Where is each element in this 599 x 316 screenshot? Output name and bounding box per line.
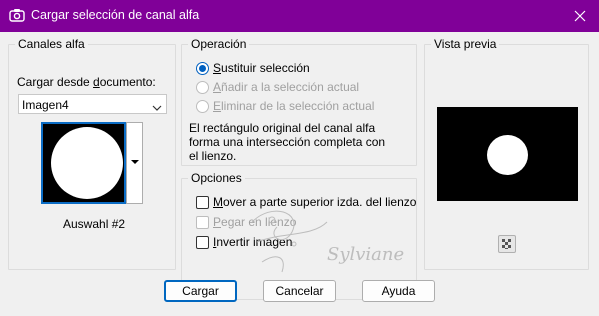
checkbox-invert-image[interactable] (196, 236, 209, 249)
load-from-document-label: Cargar desde documento: (17, 75, 156, 89)
operation-description: El rectángulo original del canal alfa fo… (189, 121, 386, 163)
zoom-button[interactable] (498, 235, 516, 253)
load-button[interactable]: Cargar (164, 280, 237, 302)
title-bar: Cargar selección de canal alfa (0, 0, 599, 32)
thumbnail-caption: Auswahl #2 (63, 217, 126, 231)
remove-from-selection-label: Eliminar de la selección actual (213, 99, 375, 113)
radio-add-to-selection[interactable] (196, 81, 209, 94)
radio-replace-selection[interactable] (196, 62, 209, 75)
thumbnail-dropdown-button[interactable] (126, 122, 143, 204)
preview-group: Vista previa (424, 37, 589, 270)
window-title: Cargar selección de canal alfa (31, 8, 200, 22)
camera-icon (9, 8, 25, 22)
thumbnail-circle (51, 127, 123, 199)
document-dropdown[interactable]: Imagen4 (18, 94, 167, 114)
radio-remove-from-selection[interactable] (196, 100, 209, 113)
options-legend: Opciones (188, 171, 245, 185)
operation-group: Operación Sustituir selección Añadir a l… (181, 37, 417, 166)
preview-circle (487, 135, 528, 175)
cancel-button[interactable]: Cancelar (263, 280, 336, 302)
preview-legend: Vista previa (431, 37, 500, 51)
checkerboard-icon (502, 239, 511, 249)
checkbox-move-top-left[interactable] (196, 196, 209, 209)
close-button[interactable] (568, 6, 592, 26)
close-icon (574, 10, 586, 22)
operation-legend: Operación (188, 37, 250, 51)
alpha-channels-group: Canales alfa Cargar desde documento: Ima… (8, 37, 176, 270)
preview-image (437, 107, 578, 201)
dialog-body: Canales alfa Cargar desde documento: Ima… (0, 32, 599, 316)
checkbox-paste-canvas[interactable] (196, 216, 209, 229)
alpha-channels-legend: Canales alfa (15, 37, 88, 51)
add-to-selection-label: Añadir a la selección actual (213, 80, 360, 94)
watermark-signature: Sylviane (232, 202, 422, 292)
channel-thumbnail[interactable] (41, 122, 126, 204)
help-button[interactable]: Ayuda (362, 280, 435, 302)
document-dropdown-value: Imagen4 (22, 98, 69, 112)
chevron-down-icon (152, 100, 162, 114)
replace-selection-label: Sustituir selección (213, 61, 310, 75)
svg-text:Sylviane: Sylviane (327, 244, 404, 265)
caret-down-icon (131, 160, 139, 164)
